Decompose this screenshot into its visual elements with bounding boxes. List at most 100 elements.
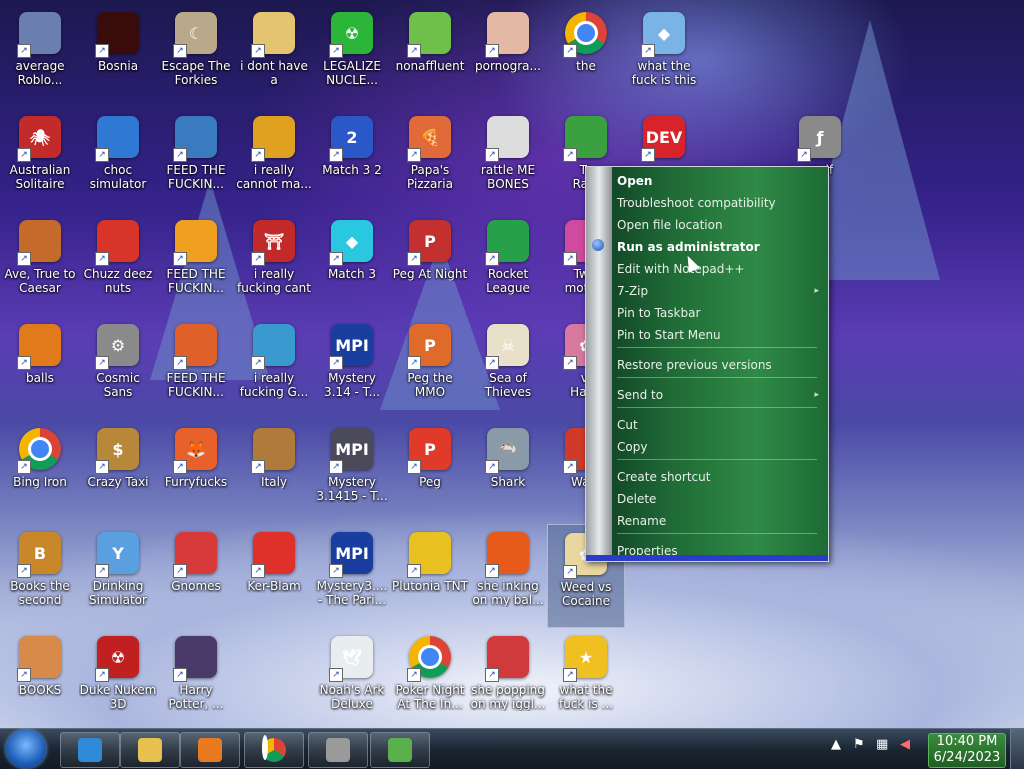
desktop-icon[interactable]: ↗ Rocket League [469,212,547,316]
girl-face-icon: ↗ [17,634,63,682]
desktop-icon[interactable]: ↗ the [547,4,625,108]
show-hidden-icons-icon[interactable]: ▲ [831,737,841,757]
context-menu-item[interactable]: Create shortcut [617,467,817,487]
windows-start-icon[interactable] [6,730,46,768]
desktop-icon-label: Books the second [10,579,70,607]
desktop-icon[interactable]: ★ ↗ what the fuck is ... [547,628,625,728]
desktop-icon[interactable]: ⚙ ↗ Cosmic Sans [79,316,157,420]
desktop-icon[interactable]: ☠ ↗ Sea of Thieves [469,316,547,420]
compass-icon: ↗ [563,114,609,162]
desktop-icon[interactable]: ↗ Plutonia TNT [391,524,469,628]
context-menu-item[interactable]: Open file location [617,215,817,235]
context-menu-item[interactable]: Delete [617,489,817,509]
desktop-icon[interactable]: ↗ Bing Iron [1,420,79,524]
desktop-icon[interactable]: 🕷 ↗ Australian Solitaire [1,108,79,212]
diamond-icon: ◆ ↗ [641,10,687,58]
desktop-icon[interactable]: ↗ i really cannot ma... [235,108,313,212]
desktop-icon[interactable]: MPI ↗ Mystery 3.14 - T... [313,316,391,420]
context-menu-item[interactable]: Open [617,171,817,191]
context-menu-item-label: Delete [617,492,657,506]
desktop-icon[interactable]: ↗ BOOKS [1,628,79,728]
desktop-icon[interactable]: 🦈 ↗ Shark [469,420,547,524]
desktop-icon[interactable]: ↗ nonaffluent [391,4,469,108]
action-center-flag-icon[interactable]: ⚑ [853,737,865,757]
shortcut-arrow-icon: ↗ [17,564,31,578]
desktop-icon[interactable]: 🍕 ↗ Papa's Pizzaria [391,108,469,212]
shortcut-arrow-icon: ↗ [329,148,343,162]
taskbar-button[interactable] [244,732,304,768]
context-menu-item[interactable]: Rename [617,511,817,531]
desktop-icon[interactable]: ↗ Gnomes [157,524,235,628]
desktop-icon-label: i really fucking cant [236,267,311,295]
desktop-icon[interactable]: ↗ Bosnia [79,4,157,108]
context-menu-item[interactable]: Edit with Notepad++ [617,259,817,279]
taskbar-button[interactable] [370,732,430,768]
network-icon[interactable]: ▦ [876,737,888,757]
desktop-icon[interactable]: P ↗ Peg [391,420,469,524]
desktop-icon[interactable]: ↗ choc simulator [79,108,157,212]
shortcut-arrow-icon: ↗ [251,44,265,58]
context-menu-item[interactable]: Pin to Taskbar [617,303,817,323]
desktop-icon-label: LEGALIZE NUCLE... [323,59,381,87]
desktop-icon[interactable]: ↗ Ker-Blam [235,524,313,628]
desktop-icon[interactable]: ↗i dont have a joke for thi... [235,4,313,108]
context-menu-item[interactable]: Copy [617,437,817,457]
desktop-icon[interactable]: ↗ FEED THE FUCKIN... [157,212,235,316]
desktop-icon[interactable]: ↗ FEED THE FUCKIN... [157,316,235,420]
desktop-icon[interactable]: Y ↗ Drinking Simulator [79,524,157,628]
desktop-icon[interactable]: $ ↗ Crazy Taxi [79,420,157,524]
menu-separator [617,347,817,348]
menu-bottom-bar [586,555,828,561]
taskbar-button[interactable] [180,732,240,768]
context-menu-item[interactable]: 7-Zip ▸ [617,281,819,301]
taskbar-button[interactable] [120,732,180,768]
desktop-icon[interactable]: MPI ↗ Mystery 3.1415 - T... [313,420,391,524]
shortcut-arrow-icon: ↗ [95,148,109,162]
show-desktop-button[interactable] [1010,729,1024,769]
desktop-icon[interactable]: ☾ ↗ Escape The Forkies [157,4,235,108]
context-menu-item[interactable]: Run as administrator [617,237,817,257]
desktop-icon[interactable]: ↗ Italy [235,420,313,524]
desktop-icon[interactable]: 2 ↗ Match 3 2 [313,108,391,212]
desktop[interactable]: ↗ average Roblo... ↗ Bosnia ☾ ↗ Escape The For… [0,0,1024,728]
desktop-icon[interactable]: ↗ Ave, True to Caesar [1,212,79,316]
desktop-icon[interactable]: ↗ i really fucking G... [235,316,313,420]
desktop-icon[interactable]: ↗ pornogra... [469,4,547,108]
desktop-icon[interactable]: B ↗ Books the second [1,524,79,628]
desktop-icon[interactable]: 🕊 ↗ Noah's Ark Deluxe [313,628,391,728]
desktop-icon[interactable]: ◆ ↗ Match 3 [313,212,391,316]
desktop-icon[interactable]: MPI ↗ Mystery3.... - The Pari... [313,524,391,628]
desktop-icon[interactable]: ↗ she popping on my iggl... [469,628,547,728]
clock[interactable]: 10:40 PM 6/24/2023 [928,733,1006,768]
desktop-icon[interactable]: ⛩ ↗ i really fucking cant [235,212,313,316]
volume-muted-icon[interactable]: ◀ [900,737,910,757]
desktop-icon[interactable]: ↗ Poker Night At The In... [391,628,469,728]
desktop-icon[interactable]: ☢ ↗ Duke Nukem 3D [79,628,157,728]
desktop-icon[interactable]: P ↗ Peg At Night [391,212,469,316]
context-menu-item[interactable]: Restore previous versions [617,355,817,375]
gnome-icon: ↗ [173,530,219,578]
desktop-icon-label: FEED THE FUCKIN... [166,371,226,399]
desktop-icon-label: Peg the MMO [407,371,453,399]
desktop-icon[interactable]: 🦊 ↗ Furryfucks [157,420,235,524]
desktop-icon[interactable]: ↗ Harry Potter, ... [157,628,235,728]
desktop-icon[interactable]: ↗ she inking on my bal... [469,524,547,628]
desktop-icon-label: Plutonia TNT [392,579,468,593]
desktop-icon[interactable]: ↗ average Roblo... [1,4,79,108]
desktop-icon[interactable]: ↗ FEED THE FUCKIN... [157,108,235,212]
desktop-icon[interactable]: P ↗ Peg the MMO [391,316,469,420]
taskbar-button[interactable] [60,732,120,768]
desktop-icon[interactable]: ☢ ↗ LEGALIZE NUCLE... [313,4,391,108]
desktop-icon[interactable]: ↗ balls [1,316,79,420]
taskbar-button[interactable] [308,732,368,768]
internet-explorer-icon [78,738,102,762]
mpi-icon: MPI ↗ [329,530,375,578]
context-menu-item[interactable]: Pin to Start Menu [617,325,817,345]
desktop-icon[interactable]: ↗ rattle ME BONES [469,108,547,212]
desktop-icon[interactable]: ↗ Chuzz deez nuts [79,212,157,316]
desktop-icon[interactable]: ◆ ↗ what the fuck is this [625,4,703,108]
context-menu-item-label: Troubleshoot compatibility [617,196,776,210]
context-menu-item[interactable]: Send to ▸ [617,385,819,405]
context-menu-item[interactable]: Troubleshoot compatibility [617,193,817,213]
context-menu-item[interactable]: Cut [617,415,817,435]
